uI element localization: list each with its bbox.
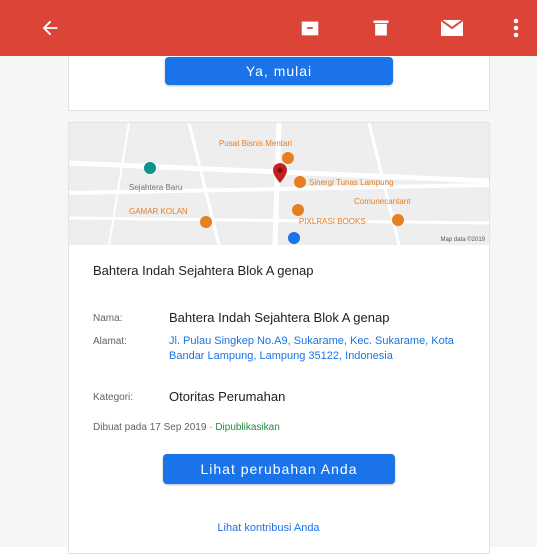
app-bar — [0, 0, 537, 56]
poi-icon — [288, 232, 300, 244]
mail-icon[interactable] — [436, 12, 468, 44]
email-content: Ya, mulai Pusat Bisnis Mentari Sejahtera… — [0, 56, 537, 554]
poi-icon — [392, 214, 404, 226]
poi-icon — [200, 216, 212, 228]
created-info: Dibuat pada 17 Sep 2019 · Dipublikasikan — [93, 422, 280, 433]
view-changes-button[interactable]: Lihat perubahan Anda — [163, 454, 395, 484]
delete-icon[interactable] — [365, 12, 397, 44]
name-label: Nama: — [93, 313, 123, 324]
start-card: Ya, mulai — [68, 56, 490, 111]
view-contributions-link[interactable]: Lihat kontribusi Anda — [0, 522, 537, 534]
category-value: Otoritas Perumahan — [169, 389, 286, 404]
location-pin-icon — [273, 163, 287, 183]
name-value: Bahtera Indah Sejahtera Blok A genap — [169, 310, 390, 325]
map-label: Pusat Bisnis Mentari — [219, 139, 292, 148]
archive-icon[interactable] — [294, 12, 326, 44]
poi-icon — [292, 204, 304, 216]
more-vert-icon[interactable] — [500, 12, 532, 44]
created-date: Dibuat pada 17 Sep 2019 · — [93, 422, 216, 433]
address-label: Alamat: — [93, 336, 127, 347]
poi-icon — [144, 162, 156, 174]
status-badge: Dipublikasikan — [215, 422, 280, 433]
map-copyright: Map data ©2019 — [440, 237, 485, 243]
map-label: Sinergi Tunas Lampung — [309, 178, 394, 187]
poi-icon — [294, 176, 306, 188]
place-title: Bahtera Indah Sejahtera Blok A genap — [93, 263, 314, 278]
map-label: Comunecantant — [354, 197, 411, 206]
category-label: Kategori: — [93, 392, 134, 403]
start-button[interactable]: Ya, mulai — [165, 57, 393, 85]
back-arrow-icon[interactable] — [34, 12, 66, 44]
map-label: GAMAR KOLAN — [129, 207, 188, 216]
map-preview[interactable]: Pusat Bisnis Mentari Sejahtera Baru GAMA… — [69, 123, 489, 245]
address-value[interactable]: Jl. Pulau Singkep No.A9, Sukarame, Kec. … — [169, 334, 469, 364]
place-card: Pusat Bisnis Mentari Sejahtera Baru GAMA… — [68, 122, 490, 554]
map-label: PIXLRASI BOOKS — [299, 217, 366, 226]
map-label: Sejahtera Baru — [129, 183, 183, 192]
